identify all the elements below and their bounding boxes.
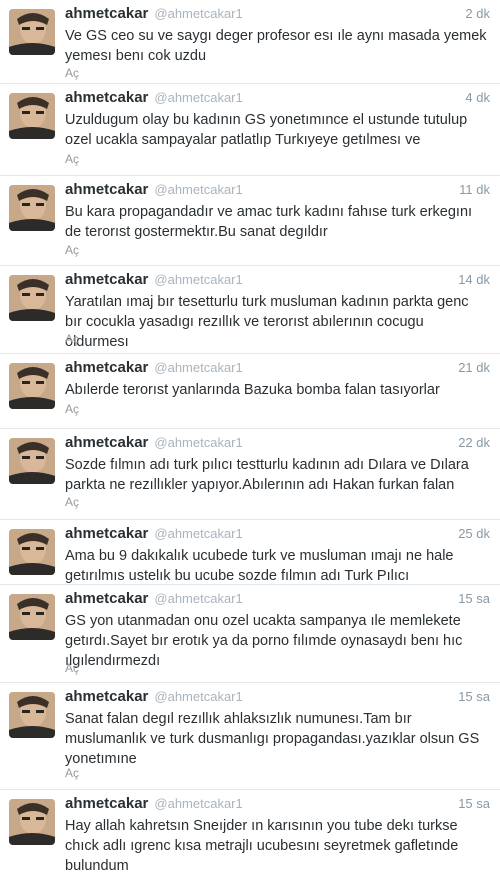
tweet-header: ahmetcakar @ahmetcakar1 4 dk [65,89,490,109]
timestamp[interactable]: 21 dk [458,360,490,375]
handle[interactable]: @ahmetcakar1 [154,796,242,811]
tweet-text: Bu kara propagandadır ve amac turk kadın… [65,204,473,240]
avatar[interactable] [9,363,55,409]
avatar[interactable] [9,692,55,738]
tweet-text: GS yon utanmadan onu ozel ucakta sampany… [65,613,463,669]
profile-photo-icon [9,185,55,231]
username[interactable]: ahmetcakar [65,271,148,288]
tweet[interactable]: ahmetcakar @ahmetcakar1 2 dk Ve GS ceo su… [0,0,500,84]
expand-link[interactable]: Aç [65,332,79,346]
tweet-text: Abılerde terorıst yanlarında Bazuka bomb… [65,382,440,398]
timestamp[interactable]: 11 dk [459,182,490,197]
profile-photo-icon [9,692,55,738]
tweet[interactable]: ahmetcakar @ahmetcakar1 15 sa GS yon utan… [0,585,500,683]
handle[interactable]: @ahmetcakar1 [154,6,242,21]
tweet[interactable]: ahmetcakar @ahmetcakar1 11 dk Bu kara pro… [0,176,500,266]
tweet[interactable]: ahmetcakar @ahmetcakar1 15 sa Hay allah k… [0,790,500,874]
avatar[interactable] [9,9,55,55]
expand-link[interactable]: Aç [65,766,79,780]
profile-photo-icon [9,275,55,321]
profile-photo-icon [9,529,55,575]
timestamp[interactable]: 25 dk [458,526,490,541]
avatar[interactable] [9,438,55,484]
avatar[interactable] [9,275,55,321]
username[interactable]: ahmetcakar [65,525,148,542]
timestamp[interactable]: 15 sa [458,689,490,704]
handle[interactable]: @ahmetcakar1 [154,182,242,197]
tweet-header: ahmetcakar @ahmetcakar1 11 dk [65,181,490,201]
tweet-header: ahmetcakar @ahmetcakar1 2 dk [65,5,490,25]
tweet[interactable]: ahmetcakar @ahmetcakar1 21 dk Abılerde te… [0,354,500,429]
avatar[interactable] [9,799,55,845]
handle[interactable]: @ahmetcakar1 [154,689,242,704]
handle[interactable]: @ahmetcakar1 [154,360,242,375]
handle[interactable]: @ahmetcakar1 [154,591,242,606]
tweet-header: ahmetcakar @ahmetcakar1 21 dk [65,359,490,379]
username[interactable]: ahmetcakar [65,688,148,705]
profile-photo-icon [9,594,55,640]
profile-photo-icon [9,799,55,845]
timeline: ahmetcakar @ahmetcakar1 2 dk Ve GS ceo su… [0,0,500,874]
expand-link[interactable]: Aç [65,495,79,509]
tweet-text: Ama bu 9 dakıkalık ucubede turk ve muslu… [65,548,454,584]
tweet-header: ahmetcakar @ahmetcakar1 15 sa [65,688,490,708]
avatar[interactable] [9,93,55,139]
tweet-header: ahmetcakar @ahmetcakar1 25 dk [65,525,490,545]
tweet-header: ahmetcakar @ahmetcakar1 15 sa [65,795,490,815]
profile-photo-icon [9,9,55,55]
username[interactable]: ahmetcakar [65,5,148,22]
expand-link[interactable]: Aç [65,66,79,80]
tweet[interactable]: ahmetcakar @ahmetcakar1 25 dk Ama bu 9 da… [0,520,500,585]
avatar[interactable] [9,185,55,231]
expand-link[interactable]: Aç [65,402,79,416]
tweet-header: ahmetcakar @ahmetcakar1 22 dk [65,434,490,454]
username[interactable]: ahmetcakar [65,181,148,198]
username[interactable]: ahmetcakar [65,590,148,607]
tweet-header: ahmetcakar @ahmetcakar1 14 dk [65,271,490,291]
timestamp[interactable]: 2 dk [465,6,490,21]
timestamp[interactable]: 15 sa [458,591,490,606]
tweet-text: Sozde fılmın adı turk pılıcı testturlu k… [65,457,469,493]
tweet[interactable]: ahmetcakar @ahmetcakar1 22 dk Sozde fılmı… [0,429,500,520]
profile-photo-icon [9,438,55,484]
handle[interactable]: @ahmetcakar1 [154,90,242,105]
tweet-text: Ve GS ceo su ve saygı deger profesor esı… [65,28,487,64]
tweet[interactable]: ahmetcakar @ahmetcakar1 15 sa Sanat falan… [0,683,500,790]
tweet-text: Yaratılan ımaj bır tesetturlu turk muslu… [65,294,469,350]
expand-link[interactable]: Aç [65,661,79,675]
username[interactable]: ahmetcakar [65,359,148,376]
avatar[interactable] [9,529,55,575]
tweet-text: Uzuldugum olay bu kadının GS yonetımınce… [65,112,468,148]
tweet-header: ahmetcakar @ahmetcakar1 15 sa [65,590,490,610]
handle[interactable]: @ahmetcakar1 [154,272,242,287]
tweet-text: Hay allah kahretsın Sneıjder ın karısını… [65,818,459,874]
avatar[interactable] [9,594,55,640]
timestamp[interactable]: 22 dk [458,435,490,450]
timestamp[interactable]: 15 sa [458,796,490,811]
tweet[interactable]: ahmetcakar @ahmetcakar1 14 dk Yaratılan ı… [0,266,500,354]
expand-link[interactable]: Aç [65,243,79,257]
timestamp[interactable]: 14 dk [458,272,490,287]
profile-photo-icon [9,93,55,139]
handle[interactable]: @ahmetcakar1 [154,526,242,541]
tweet[interactable]: ahmetcakar @ahmetcakar1 4 dk Uzuldugum ol… [0,84,500,176]
username[interactable]: ahmetcakar [65,89,148,106]
username[interactable]: ahmetcakar [65,434,148,451]
username[interactable]: ahmetcakar [65,795,148,812]
profile-photo-icon [9,363,55,409]
handle[interactable]: @ahmetcakar1 [154,435,242,450]
timestamp[interactable]: 4 dk [465,90,490,105]
expand-link[interactable]: Aç [65,152,79,166]
tweet-text: Sanat falan degıl rezıllık ahlaksızlık n… [65,711,480,767]
